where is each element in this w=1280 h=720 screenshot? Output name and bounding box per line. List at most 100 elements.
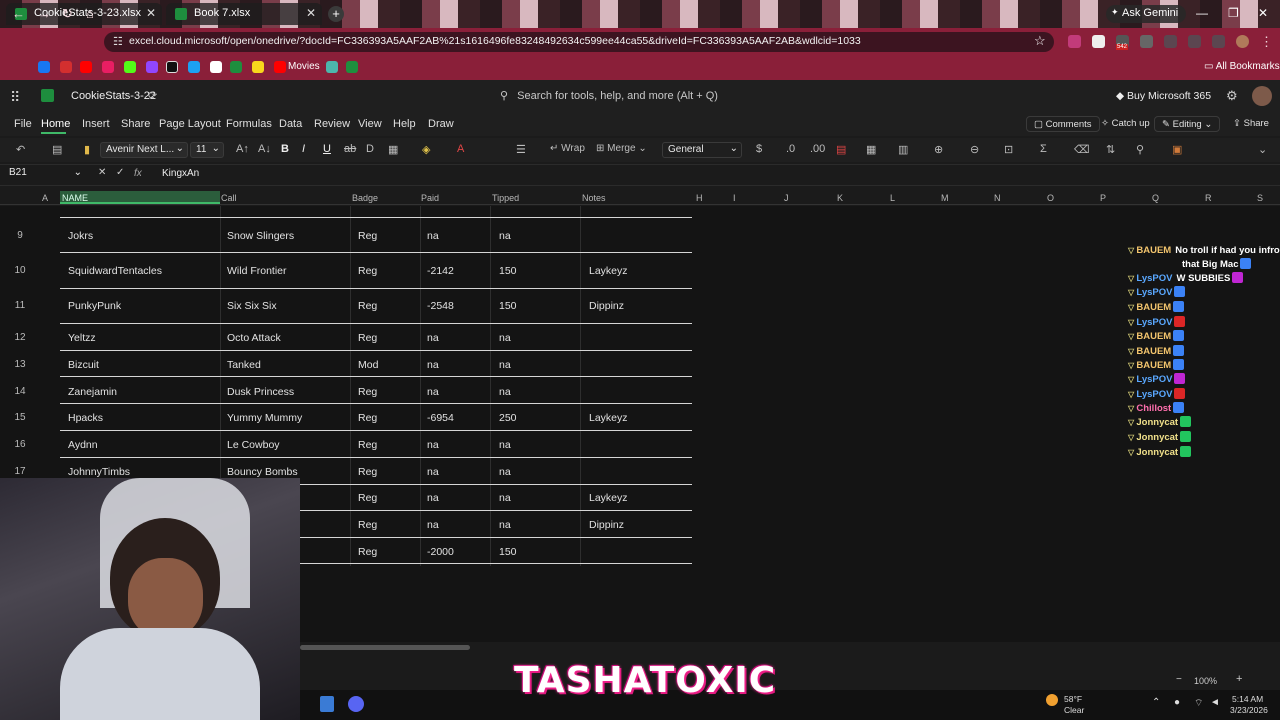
confirm-icon[interactable]: ✓ [116,167,124,178]
cell-paid[interactable]: na [427,386,439,398]
catch-up-button[interactable]: ✧ Catch up [1094,116,1157,132]
bookmark-icon[interactable] [188,61,200,73]
weather-temp[interactable]: 58°F [1064,694,1082,704]
address-bar[interactable]: ☷ excel.cloud.microsoft/open/onedrive/?d… [104,32,1054,52]
decimal-icon[interactable]: .0 [786,143,795,155]
cancel-icon[interactable]: ✕ [98,167,106,178]
bookmark-icon[interactable] [326,61,338,73]
cell-name[interactable]: JohnnyTimbs [68,466,130,478]
cell-paid[interactable]: -2000 [427,546,454,558]
file-name[interactable]: CookieStats-3-22 [71,90,156,102]
cell-paid[interactable]: -6954 [427,412,454,424]
comments-button[interactable]: ▢ Comments [1026,116,1100,132]
cell-badge[interactable]: Reg [358,265,377,277]
kick-icon[interactable] [124,61,136,73]
bookmark-star-icon[interactable]: ☆ [1034,33,1046,49]
strikethrough-icon[interactable]: ab [344,143,356,155]
row-number[interactable]: 13 [10,359,30,370]
currency-icon[interactable]: $ [756,143,762,155]
insert-cells-icon[interactable]: ⊕ [934,143,943,156]
cell-badge[interactable]: Reg [358,439,377,451]
column-header-m[interactable]: M [941,193,949,203]
tab-insert[interactable]: Insert [82,118,110,130]
youtube-icon[interactable] [274,61,286,73]
extension-icon[interactable] [1140,35,1153,48]
subscript-icon[interactable]: D [366,143,374,155]
column-header-s[interactable]: S [1257,193,1263,203]
buy-m365-button[interactable]: ◆ Buy Microsoft 365 [1116,90,1211,102]
cell-badge[interactable]: Reg [358,230,377,242]
cell-name[interactable]: Hpacks [68,412,103,424]
format-painter-icon[interactable]: ▮ [84,143,90,156]
sort-filter-icon[interactable]: ⇅ [1106,143,1115,156]
format-cells-icon[interactable]: ⊡ [1004,143,1013,156]
cell-notes[interactable]: Laykeyz [589,265,628,277]
close-tab-icon[interactable]: ✕ [306,6,316,20]
align-icon[interactable]: ☰ [516,143,526,156]
cell-call[interactable]: Bouncy Bombs [227,466,298,478]
minimize-icon[interactable]: — [1196,6,1208,20]
font-color-icon[interactable]: A [457,143,464,155]
cell-badge[interactable]: Reg [358,492,377,504]
new-tab-button[interactable]: + [328,6,344,22]
cell-badge[interactable]: Reg [358,386,377,398]
cell-paid[interactable]: -2142 [427,265,454,277]
bookmark-icon[interactable] [102,61,114,73]
editing-mode-button[interactable]: ✎ Editing ⌄ [1154,116,1221,132]
column-header-k[interactable]: K [837,193,843,203]
reload-icon[interactable]: ↻ [62,6,73,22]
app-launcher-icon[interactable]: ⠿ [10,89,20,106]
row-number[interactable]: 16 [10,439,30,450]
cell-notes[interactable]: Laykeyz [589,492,628,504]
cell-call[interactable]: Yummy Mummy [227,412,302,424]
extension-icon[interactable] [1188,35,1201,48]
merge-button[interactable]: ⊞ Merge ⌄ [596,143,647,154]
decrease-font-icon[interactable]: A↓ [258,143,271,155]
bookmark-movies[interactable]: Movies [288,61,320,72]
close-window-icon[interactable]: ✕ [1258,6,1268,20]
column-header-j[interactable]: J [784,193,789,203]
back-icon[interactable]: ← [12,6,25,21]
tab-file[interactable]: File [14,118,32,130]
cell-tipped[interactable]: 150 [499,546,517,558]
menu-icon[interactable]: ⋮ [1260,34,1273,50]
tab-home[interactable]: Home [41,118,70,130]
search-box[interactable]: ⚲ Search for tools, help, and more (Alt … [500,89,718,102]
row-number[interactable]: 14 [10,386,30,397]
cell-notes[interactable]: Dippinz [589,519,624,531]
cell-paid[interactable]: na [427,230,439,242]
bold-icon[interactable]: B [281,143,289,155]
row-number[interactable]: 11 [10,300,30,311]
cell-paid[interactable]: na [427,466,439,478]
cell-tipped[interactable]: na [499,230,511,242]
row-number[interactable]: 9 [10,230,30,241]
extension-icon[interactable] [1212,35,1225,48]
bookmark-icon[interactable] [210,61,222,73]
cell-name[interactable]: Aydnn [68,439,98,451]
cell-tipped[interactable]: na [499,359,511,371]
ask-gemini-button[interactable]: ✦ Ask Gemini [1106,5,1187,23]
tab-cookiestats[interactable]: CookieStats-3-23.xlsx ✕ [6,3,162,25]
number-format-dropdown[interactable]: General ⌄ [662,142,742,158]
tab-draw[interactable]: Draw [428,118,454,130]
clock-date[interactable]: 3/23/2026 [1230,705,1268,715]
all-bookmarks[interactable]: ▭ All Bookmarks [1204,61,1280,72]
cell-tipped[interactable]: na [499,466,511,478]
clock-time[interactable]: 5:14 AM [1232,694,1263,704]
settings-gear-icon[interactable]: ⚙ [1226,88,1238,104]
clear-icon[interactable]: ⌫ [1074,143,1090,156]
cell-name[interactable]: Jokrs [68,230,93,242]
bookmark-icon[interactable] [252,61,264,73]
cell-name[interactable]: Bizcuit [68,359,99,371]
bookmark-icon[interactable] [60,61,72,73]
cell-call[interactable]: Octo Attack [227,332,281,344]
zoom-out-icon[interactable]: − [1176,674,1182,685]
extension-icon[interactable] [1068,35,1081,48]
mic-icon[interactable]: ● [1174,697,1180,708]
cell-tipped[interactable]: na [499,439,511,451]
close-tab-icon[interactable]: ✕ [146,6,156,20]
zoom-in-icon[interactable]: + [1236,673,1242,685]
column-header-q[interactable]: Q [1152,193,1159,203]
function-icon[interactable]: fx [134,168,142,179]
zoom-level[interactable]: 100% [1194,676,1217,686]
